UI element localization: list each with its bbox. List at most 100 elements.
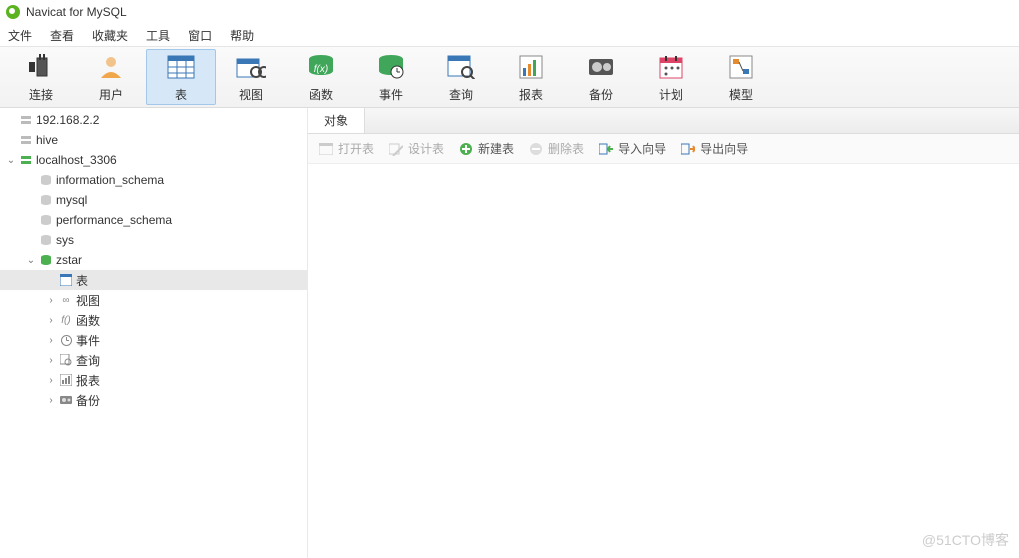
svg-text:f(x): f(x) bbox=[314, 64, 328, 75]
obj-open-label: 打开表 bbox=[338, 140, 374, 157]
titlebar: Navicat for MySQL bbox=[0, 0, 1019, 24]
expand-toggle[interactable]: ⌄ bbox=[24, 255, 38, 266]
tree-db-zstar[interactable]: ⌄ zstar bbox=[0, 250, 307, 270]
tree-label: 查询 bbox=[76, 352, 100, 369]
backup-icon bbox=[587, 52, 615, 82]
tree-label: 192.168.2.2 bbox=[36, 113, 99, 127]
tree-obj-table[interactable]: 表 bbox=[0, 270, 307, 290]
menubar: 文件 查看 收藏夹 工具 窗口 帮助 bbox=[0, 24, 1019, 46]
app-logo-icon bbox=[6, 5, 20, 19]
main-area: 对象 打开表 设计表 新建表 删除表 导入向导 bbox=[308, 108, 1019, 558]
obj-export[interactable]: 导出向导 bbox=[680, 140, 748, 157]
tool-connect[interactable]: 连接 bbox=[6, 49, 76, 105]
tool-user-label: 用户 bbox=[99, 86, 123, 103]
tree-obj-view[interactable]: › ∞ 视图 bbox=[0, 290, 307, 310]
tool-schedule-label: 计划 bbox=[659, 86, 683, 103]
expand-toggle[interactable]: ⌄ bbox=[4, 155, 18, 166]
expand-toggle[interactable]: › bbox=[44, 355, 58, 366]
event-icon bbox=[377, 52, 405, 82]
tree-label: zstar bbox=[56, 253, 82, 267]
tool-view[interactable]: 视图 bbox=[216, 49, 286, 105]
tool-table-label: 表 bbox=[175, 86, 187, 103]
export-icon bbox=[680, 141, 696, 157]
tool-model-label: 模型 bbox=[729, 86, 753, 103]
obj-delete-label: 删除表 bbox=[548, 140, 584, 157]
obj-design[interactable]: 设计表 bbox=[388, 140, 444, 157]
backup-small-icon bbox=[58, 395, 74, 405]
tool-event[interactable]: 事件 bbox=[356, 49, 426, 105]
tree-label: 函数 bbox=[76, 312, 100, 329]
tree-obj-event[interactable]: › 事件 bbox=[0, 330, 307, 350]
tool-connect-label: 连接 bbox=[29, 86, 53, 103]
view-small-icon: ∞ bbox=[58, 295, 74, 306]
table-small-icon bbox=[58, 274, 74, 286]
expand-toggle[interactable]: › bbox=[44, 335, 58, 346]
server-icon bbox=[18, 134, 34, 146]
report-small-icon bbox=[58, 374, 74, 386]
menu-window[interactable]: 窗口 bbox=[188, 27, 212, 44]
expand-toggle[interactable]: › bbox=[44, 395, 58, 406]
report-icon bbox=[518, 52, 544, 82]
tree-label: hive bbox=[36, 133, 58, 147]
expand-toggle[interactable]: › bbox=[44, 295, 58, 306]
tool-report[interactable]: 报表 bbox=[496, 49, 566, 105]
query-icon bbox=[447, 52, 475, 82]
tree-db-sys[interactable]: sys bbox=[0, 230, 307, 250]
tree-label: sys bbox=[56, 233, 74, 247]
expand-toggle[interactable]: › bbox=[44, 315, 58, 326]
tree-label: 报表 bbox=[76, 372, 100, 389]
tool-query[interactable]: 查询 bbox=[426, 49, 496, 105]
expand-toggle[interactable]: › bbox=[44, 375, 58, 386]
database-icon bbox=[38, 234, 54, 246]
open-icon bbox=[318, 141, 334, 157]
obj-export-label: 导出向导 bbox=[700, 140, 748, 157]
database-icon bbox=[38, 174, 54, 186]
tree-label: 事件 bbox=[76, 332, 100, 349]
menu-help[interactable]: 帮助 bbox=[230, 27, 254, 44]
obj-design-label: 设计表 bbox=[408, 140, 444, 157]
tool-table[interactable]: 表 bbox=[146, 49, 216, 105]
workspace: 192.168.2.2 hive ⌄ localhost_3306 inform… bbox=[0, 108, 1019, 558]
tree-db-performance-schema[interactable]: performance_schema bbox=[0, 210, 307, 230]
tool-user[interactable]: 用户 bbox=[76, 49, 146, 105]
tool-function[interactable]: f(x) 函数 bbox=[286, 49, 356, 105]
tool-model[interactable]: 模型 bbox=[706, 49, 776, 105]
server-icon bbox=[18, 114, 34, 126]
menu-view[interactable]: 查看 bbox=[50, 27, 74, 44]
tree-db-mysql[interactable]: mysql bbox=[0, 190, 307, 210]
object-list[interactable] bbox=[308, 164, 1019, 558]
schedule-icon bbox=[658, 52, 684, 82]
tool-function-label: 函数 bbox=[309, 86, 333, 103]
import-icon bbox=[598, 141, 614, 157]
tree-db-information-schema[interactable]: information_schema bbox=[0, 170, 307, 190]
database-icon bbox=[38, 214, 54, 226]
tree-obj-report[interactable]: › 报表 bbox=[0, 370, 307, 390]
menu-file[interactable]: 文件 bbox=[8, 27, 32, 44]
tree-obj-function[interactable]: › f() 函数 bbox=[0, 310, 307, 330]
tree-obj-query[interactable]: › 查询 bbox=[0, 350, 307, 370]
obj-import[interactable]: 导入向导 bbox=[598, 140, 666, 157]
plug-icon bbox=[25, 52, 57, 82]
object-toolbar: 打开表 设计表 新建表 删除表 导入向导 导出向导 bbox=[308, 134, 1019, 164]
plus-icon bbox=[458, 141, 474, 157]
tree-connection-2[interactable]: hive bbox=[0, 130, 307, 150]
tool-query-label: 查询 bbox=[449, 86, 473, 103]
view-icon bbox=[236, 52, 266, 82]
menu-favorites[interactable]: 收藏夹 bbox=[92, 27, 128, 44]
design-icon bbox=[388, 141, 404, 157]
tool-backup[interactable]: 备份 bbox=[566, 49, 636, 105]
tree-connection-1[interactable]: 192.168.2.2 bbox=[0, 110, 307, 130]
obj-open[interactable]: 打开表 bbox=[318, 140, 374, 157]
tree-connection-3[interactable]: ⌄ localhost_3306 bbox=[0, 150, 307, 170]
tab-object[interactable]: 对象 bbox=[308, 108, 365, 133]
connection-tree[interactable]: 192.168.2.2 hive ⌄ localhost_3306 inform… bbox=[0, 108, 308, 558]
tool-schedule[interactable]: 计划 bbox=[636, 49, 706, 105]
tool-backup-label: 备份 bbox=[589, 86, 613, 103]
tree-label: performance_schema bbox=[56, 213, 172, 227]
tree-obj-backup[interactable]: › 备份 bbox=[0, 390, 307, 410]
obj-new[interactable]: 新建表 bbox=[458, 140, 514, 157]
obj-import-label: 导入向导 bbox=[618, 140, 666, 157]
obj-delete[interactable]: 删除表 bbox=[528, 140, 584, 157]
menu-tools[interactable]: 工具 bbox=[146, 27, 170, 44]
tree-label: mysql bbox=[56, 193, 87, 207]
